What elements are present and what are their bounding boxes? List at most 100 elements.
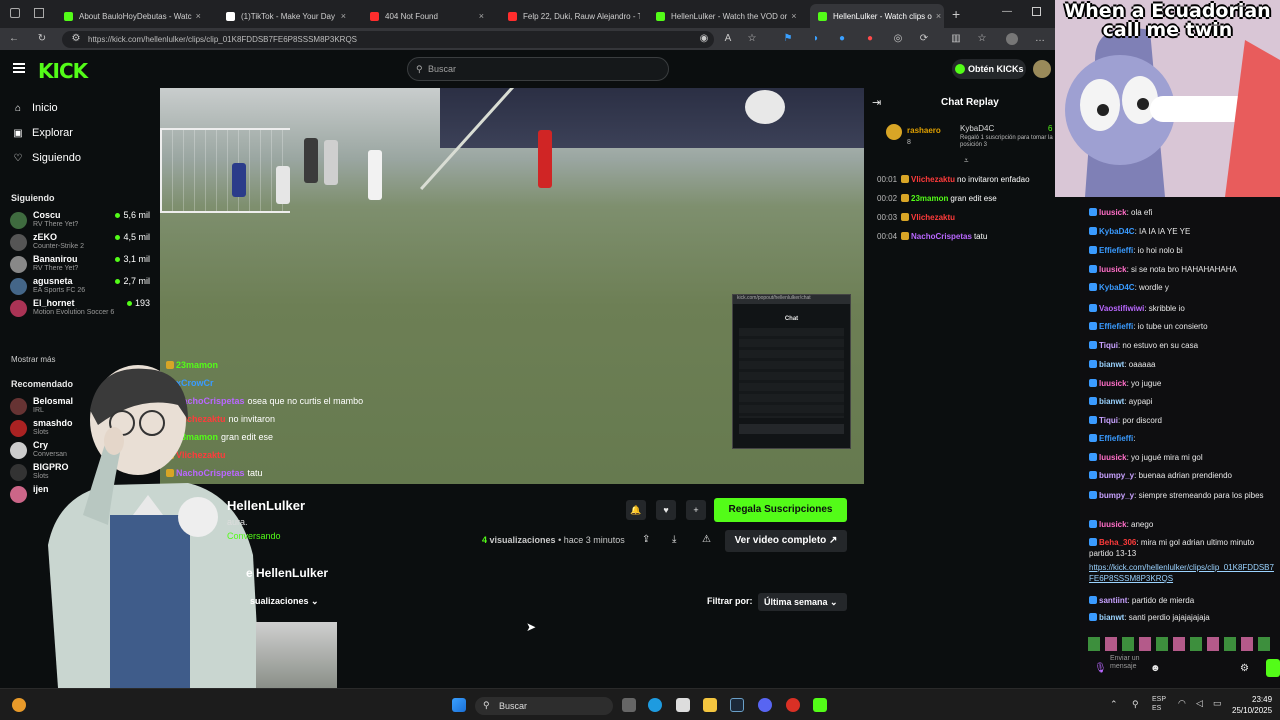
extension-icon[interactable]: ⟳ [918,33,930,45]
sort-dropdown[interactable]: sualizaciones ⌄ [250,596,319,607]
widget-icon[interactable] [12,698,26,712]
maximize-button[interactable] [1032,7,1041,16]
kick-app-icon[interactable] [813,698,827,712]
extension-icon[interactable]: ◗ [810,33,822,45]
taskbar-search[interactable]: Buscar [475,697,613,715]
streamer-name[interactable]: HellenLulker [227,498,305,513]
tab-actions-icon[interactable] [34,8,44,18]
new-tab-button[interactable]: + [952,6,960,22]
volume-icon[interactable]: ◁ [1196,698,1203,709]
streamer-avatar[interactable] [178,497,218,537]
download-icon[interactable]: ⤓ [672,534,676,545]
back-icon[interactable]: ← [8,33,20,45]
browser-menu-icon[interactable]: … [1034,33,1046,45]
file-explorer-icon[interactable] [703,698,717,712]
browser-tab[interactable]: HellenLulker - Watch clips o × [810,4,944,28]
windows-start-icon[interactable] [452,698,466,712]
calendar-app-icon[interactable] [676,698,690,712]
full-video-button[interactable]: Ver video completo ↗ [725,530,847,552]
following-channel[interactable]: Coscu RV There Yet? 5,6 mil [10,209,150,231]
hamburger-menu-icon[interactable] [13,63,25,73]
filter-dropdown[interactable]: Última semana ⌄ [758,593,847,611]
expand-icon[interactable]: ⩡ [964,156,969,166]
tab-favicon [64,11,73,21]
extension-icon[interactable]: ◎ [892,33,904,45]
chat-send-input[interactable]: Enviar un mensaje [1110,655,1150,671]
notification-bell-icon[interactable]: 🔔 [626,500,646,520]
chat-username: Vlichezaktu [911,213,956,222]
player [368,150,382,200]
chrome-icon[interactable] [786,698,800,712]
language-indicator[interactable]: ESP ES [1152,695,1166,713]
player [324,140,338,185]
following-channel[interactable]: El_hornet Motion Evolution Soccer 6 193 [10,297,150,319]
favorites-icon[interactable]: ☆ [976,33,988,45]
minimize-button[interactable]: — [1002,6,1012,17]
collapse-chat-icon[interactable]: ⇥ [872,96,881,109]
browser-tab[interactable]: (1)TikTok - Make Your Day × [218,4,354,28]
windows-taskbar: Buscar ⚲ ⌃ ⚲ ESP ES ◠ ◁ ▭ 23:49 25/10/2025 [0,688,1280,720]
extension-icon[interactable]: ⚑ [782,33,794,45]
browser-tab[interactable]: 404 Not Found × [362,4,492,28]
chat-text: yo jugue [1131,379,1162,388]
chat-username: Effiefieffi [1099,434,1134,443]
category-link[interactable]: Conversando [227,531,281,541]
split-screen-icon[interactable]: ▥ [950,33,962,45]
tab-close-icon[interactable]: × [787,11,796,21]
channel-avatar [10,212,27,229]
gift-subs-button[interactable]: Regala Suscripciones [714,498,847,522]
user-avatar[interactable] [1033,60,1051,78]
wifi-icon[interactable]: ◠ [1178,698,1186,709]
following-channel[interactable]: Bananirou RV There Yet? 3,1 mil [10,253,150,275]
profile-avatar[interactable] [1006,33,1018,45]
browser-tab[interactable]: HellenLulker - Watch the VOD or × [648,4,798,28]
following-channel[interactable]: zEKO Counter-Strike 2 4,5 mil [10,231,150,253]
share-icon[interactable]: ⇪ [642,534,650,545]
mic-icon[interactable]: 🎙 [1094,663,1107,674]
nav-item-explorar[interactable]: ▣ Explorar [12,127,73,139]
side-chat-line: luusick: yo jugué mira mi gol [1089,452,1275,463]
chat-text: gran edit ese [950,194,997,203]
meme-caption: When a Ecuadorian call me twin [1064,0,1271,41]
emote-icon[interactable]: ☻ [1150,663,1161,674]
taskbar-clock[interactable]: 23:49 25/10/2025 [1232,694,1272,716]
tab-close-icon[interactable]: × [337,11,346,21]
chat-settings-icon[interactable]: ⚙ [1240,663,1249,674]
reload-icon[interactable]: ↻ [36,33,48,45]
window-menu-icon[interactable] [10,8,20,18]
tracking-prevention-icon[interactable]: ◉ [698,33,710,45]
clip-thumbnail[interactable] [256,622,337,688]
extension-icon[interactable]: ● [864,33,876,45]
browser-tab[interactable]: About BauloHoyDebutas - Watc × [56,4,204,28]
tab-close-icon[interactable]: × [192,11,201,21]
battery-icon[interactable]: ▭ [1213,698,1222,709]
tab-close-icon[interactable]: × [475,11,484,21]
nav-item-inicio[interactable]: ⌂ Inicio [12,102,58,114]
favorite-star-icon[interactable]: ☆ [746,33,758,45]
report-icon[interactable]: ⚠ [702,534,711,545]
steam-icon[interactable] [730,698,744,712]
edge-icon[interactable] [648,698,662,712]
video-player[interactable]: kick.com/popout/hellenlulker/chat Chat 2… [160,88,864,484]
chat-link[interactable]: https://kick.com/hellenlulker/clips/clip… [1089,563,1274,583]
add-icon[interactable]: + [686,500,706,520]
search-input[interactable]: Buscar [407,57,669,81]
follow-heart-icon[interactable]: ♥ [656,500,676,520]
extension-icon[interactable]: ● [836,33,848,45]
kick-logo[interactable]: KICK [38,59,88,83]
tray-chevron-icon[interactable]: ⌃ [1110,699,1118,710]
browser-tab[interactable]: Felp 22, Duki, Rauw Alejandro - T× [500,4,640,28]
site-info-icon[interactable]: ⚙ [70,33,82,45]
task-view-icon[interactable] [622,698,636,712]
show-more-link[interactable]: Mostrar más [11,355,55,364]
url-field[interactable]: https://kick.com/hellenlulker/clips/clip… [62,31,714,48]
read-aloud-icon[interactable]: A [722,33,734,45]
tab-label: (1)TikTok - Make Your Day [241,11,335,21]
discord-icon[interactable] [758,698,772,712]
clock-time: 23:49 [1252,695,1273,704]
tray-icon[interactable]: ⚲ [1132,699,1139,710]
nav-item-siguiendo[interactable]: ♡ Siguiendo [12,152,81,164]
following-channel[interactable]: agusneta EA Sports FC 26 2,7 mil [10,275,150,297]
chat-send-button[interactable] [1266,659,1280,677]
tab-close-icon[interactable]: × [932,11,941,21]
